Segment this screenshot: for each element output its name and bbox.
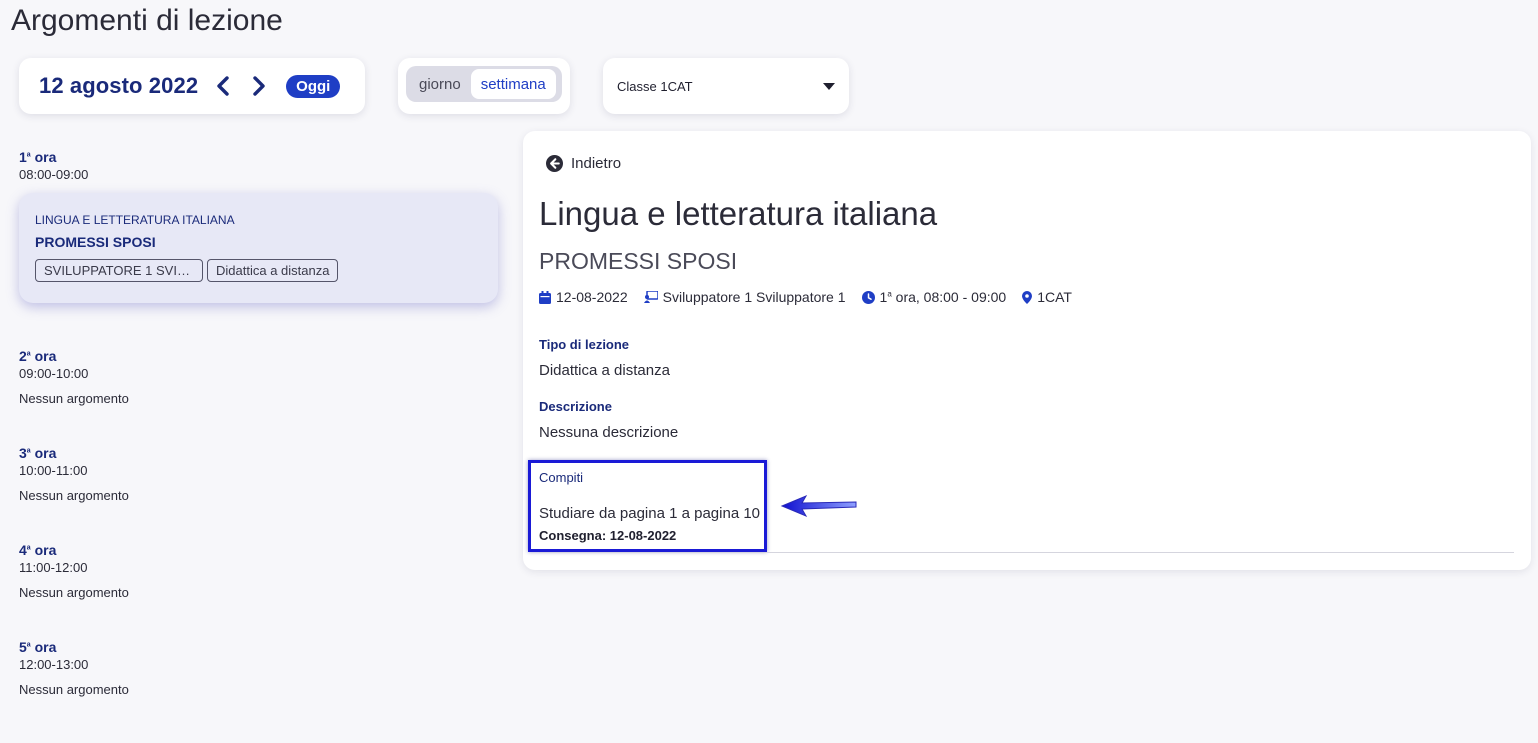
meta-teacher: Sviluppatore 1 Sviluppatore 1 bbox=[643, 289, 846, 305]
next-date-button[interactable] bbox=[248, 75, 270, 97]
slot-5: 5a ora 12:00-13:00 Nessun argomento bbox=[19, 639, 129, 697]
slot-empty-text: Nessun argomento bbox=[19, 488, 129, 503]
meta-class: 1CAT bbox=[1022, 289, 1072, 305]
slot-time: 11:00-12:00 bbox=[19, 560, 88, 575]
current-date: 12 agosto 2022 bbox=[39, 73, 199, 98]
slot-2: 2a ora 09:00-10:00 Nessun argomento bbox=[19, 348, 129, 406]
description-value: Nessuna descrizione bbox=[539, 424, 679, 441]
lesson-topic: PROMESSI SPOSI bbox=[35, 234, 156, 250]
arrow-circle-left-icon bbox=[546, 155, 563, 172]
lesson-type-value: Didattica a distanza bbox=[539, 362, 670, 379]
chevron-left-icon bbox=[217, 76, 229, 96]
slot-empty-text: Nessun argomento bbox=[19, 585, 129, 600]
slot-time: 12:00-13:00 bbox=[19, 657, 89, 672]
lesson-type-label: Tipo di lezione bbox=[539, 337, 630, 352]
slot-hour: 1a ora bbox=[19, 149, 57, 165]
lesson-type-chip: Didattica a distanza bbox=[207, 259, 339, 282]
meta-hour-text: 1a ora, 08:00 - 09:00 bbox=[879, 289, 1007, 305]
slot-empty-text: Nessun argomento bbox=[19, 682, 129, 697]
lesson-title: Lingua e letteratura italiana bbox=[539, 195, 938, 232]
slot-4: 4a ora 11:00-12:00 Nessun argomento bbox=[19, 542, 129, 600]
meta-hour: 1a ora, 08:00 - 09:00 bbox=[861, 289, 1007, 305]
slot-time: 08:00-09:00 bbox=[19, 167, 89, 182]
slot-3: 3a ora 10:00-11:00 Nessun argomento bbox=[19, 445, 129, 503]
page-title: Argomenti di lezione bbox=[11, 4, 283, 37]
view-option-settimana[interactable]: settimana bbox=[470, 69, 556, 99]
slot-time: 10:00-11:00 bbox=[19, 463, 88, 478]
meta-date: 12-08-2022 bbox=[539, 289, 628, 305]
today-button[interactable]: Oggi bbox=[286, 74, 341, 98]
homework-label: Compiti bbox=[539, 470, 584, 485]
caret-down-icon bbox=[823, 82, 835, 90]
class-select[interactable]: Classe 1CAT bbox=[603, 58, 849, 114]
lesson-subject: LINGUA E LETTERATURA ITALIANA bbox=[35, 213, 235, 227]
meta-teacher-text: Sviluppatore 1 Sviluppatore 1 bbox=[662, 289, 846, 305]
annotation-arrow-icon bbox=[780, 494, 857, 518]
back-button[interactable]: Indietro bbox=[546, 155, 621, 172]
view-toggle: giorno settimana bbox=[406, 66, 562, 102]
homework-text: Studiare da pagina 1 a pagina 10 bbox=[539, 505, 761, 522]
meta-class-text: 1CAT bbox=[1037, 289, 1072, 305]
view-toggle-card: giorno settimana bbox=[398, 58, 570, 114]
slot-empty-text: Nessun argomento bbox=[19, 391, 129, 406]
back-label: Indietro bbox=[571, 155, 622, 172]
homework-due-date: Consegna: 12-08-2022 bbox=[539, 528, 677, 543]
calendar-icon bbox=[539, 290, 551, 304]
slot-1-header: 1a ora 08:00-09:00 bbox=[19, 149, 88, 182]
teacher-chip: SVILUPPATORE 1 SVILUPPATORE 1 bbox=[35, 259, 203, 282]
lesson-meta: 12-08-2022 Sviluppatore 1 Sviluppatore 1… bbox=[539, 289, 1088, 305]
slot-hour: 5a ora bbox=[19, 639, 57, 655]
description-label: Descrizione bbox=[539, 399, 612, 414]
lesson-card[interactable]: LINGUA E LETTERATURA ITALIANA PROMESSI S… bbox=[19, 193, 498, 303]
clock-icon bbox=[861, 290, 875, 304]
meta-date-text: 12-08-2022 bbox=[556, 289, 628, 305]
slot-hour: 4a ora bbox=[19, 542, 57, 558]
lesson-topic-heading: PROMESSI SPOSI bbox=[539, 248, 738, 274]
slot-hour: 3a ora bbox=[19, 445, 57, 461]
chevron-right-icon bbox=[253, 76, 265, 96]
slot-hour: 2a ora bbox=[19, 348, 57, 364]
page: Argomenti di lezione 12 agosto 2022 Oggi… bbox=[0, 0, 1538, 743]
class-select-value: Classe 1CAT bbox=[617, 78, 693, 94]
map-pin-icon bbox=[1022, 290, 1033, 304]
teacher-icon bbox=[643, 291, 658, 303]
slot-time: 09:00-10:00 bbox=[19, 366, 89, 381]
date-navigator: 12 agosto 2022 Oggi bbox=[19, 58, 365, 114]
view-option-giorno[interactable]: giorno bbox=[409, 69, 471, 99]
divider bbox=[539, 552, 1514, 553]
lesson-chips: SVILUPPATORE 1 SVILUPPATORE 1 Didattica … bbox=[35, 259, 482, 282]
lesson-detail-panel: Indietro Lingua e letteratura italiana P… bbox=[523, 131, 1531, 570]
prev-date-button[interactable] bbox=[212, 75, 234, 97]
